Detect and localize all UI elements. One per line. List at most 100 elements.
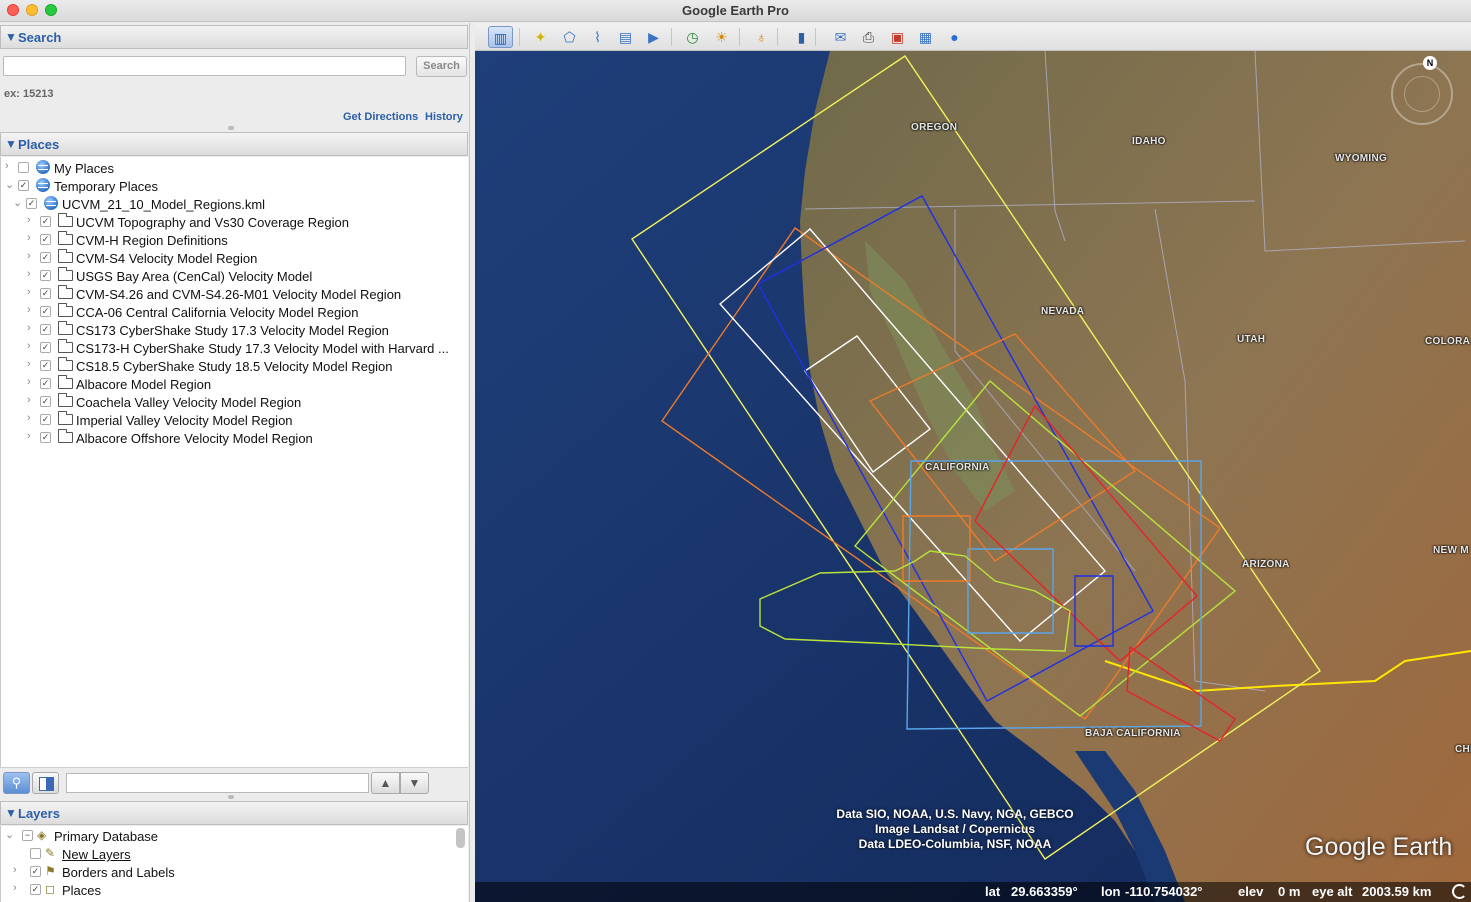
visibility-checkbox[interactable]: ✓ xyxy=(40,216,51,227)
email-icon[interactable]: ✉ xyxy=(828,26,853,48)
places-tree-item[interactable]: › ✓ Albacore Offshore Velocity Model Regio… xyxy=(1,429,467,447)
collapsed-chevron-icon[interactable]: › xyxy=(27,304,31,316)
places-tree-item[interactable]: › ✓ Albacore Model Region xyxy=(1,375,467,393)
places-filter-input[interactable] xyxy=(66,773,369,793)
layers-tree-item[interactable]: ⌄ − ◈ Primary Database xyxy=(1,827,451,845)
places-tree-item-label: CVM-S4.26 and CVM-S4.26-M01 Velocity Mod… xyxy=(76,287,402,302)
layer-checkbox[interactable]: ✓ xyxy=(30,866,41,877)
tour-icon[interactable]: ▶ xyxy=(641,26,666,48)
print-icon[interactable]: ⎙ xyxy=(856,26,881,48)
collapsed-chevron-icon[interactable]: › xyxy=(5,160,9,172)
collapsed-chevron-icon[interactable]: › xyxy=(27,268,31,280)
expanded-chevron-icon[interactable]: ⌄ xyxy=(5,828,14,841)
places-tree-item[interactable]: › ✓ Coachela Valley Velocity Model Region xyxy=(1,393,467,411)
sidebar-toggle-icon[interactable]: ▥ xyxy=(488,26,513,48)
visibility-checkbox[interactable]: ✓ xyxy=(40,414,51,425)
places-tree-item[interactable]: › ✓ CS173 CyberShake Study 17.3 Velocity M… xyxy=(1,321,467,339)
search-panel-toggle-button[interactable]: ⚲ xyxy=(3,772,30,794)
layer-checkbox[interactable] xyxy=(30,848,41,859)
collapsed-chevron-icon[interactable]: › xyxy=(27,286,31,298)
collapsed-chevron-icon[interactable]: › xyxy=(27,430,31,442)
expanded-chevron-icon[interactable]: ⌄ xyxy=(5,178,14,191)
places-tree-item[interactable]: › ✓ CVM-S4 Velocity Model Region xyxy=(1,249,467,267)
compass-inner-ring[interactable] xyxy=(1404,76,1440,112)
collapsed-chevron-icon[interactable]: › xyxy=(27,214,31,226)
expanded-chevron-icon[interactable]: ⌄ xyxy=(13,196,22,209)
collapsed-chevron-icon[interactable]: › xyxy=(27,412,31,424)
placemark-icon[interactable]: ✦ xyxy=(528,26,553,48)
collapsed-chevron-icon[interactable]: › xyxy=(13,864,17,876)
visibility-checkbox[interactable]: ✓ xyxy=(40,234,51,245)
places-tree-item[interactable]: › ✓ UCVM Topography and Vs30 Coverage Regi… xyxy=(1,213,467,231)
collapsed-chevron-icon[interactable]: › xyxy=(13,882,17,894)
history-link[interactable]: History xyxy=(425,111,463,123)
folder-icon xyxy=(58,393,73,407)
visibility-checkbox[interactable]: ✓ xyxy=(18,180,29,191)
places-tree: › My Places ⌄ ✓ Temporary Places ⌄ ✓ UCVM_21_10… xyxy=(0,157,468,767)
places-tree-item[interactable]: › My Places xyxy=(1,159,467,177)
visibility-checkbox[interactable]: ✓ xyxy=(40,360,51,371)
panel-layout-toggle-button[interactable] xyxy=(32,772,59,794)
path-icon[interactable]: ⌇ xyxy=(585,26,610,48)
collapsed-chevron-icon[interactable]: › xyxy=(27,250,31,262)
visibility-checkbox[interactable]: ✓ xyxy=(40,252,51,263)
google-earth-icon[interactable]: ● xyxy=(942,26,967,48)
layers-tree-item[interactable]: › ✓ ◻ Places xyxy=(1,881,451,899)
collapsed-chevron-icon[interactable]: › xyxy=(27,232,31,244)
move-down-button[interactable]: ▼ xyxy=(400,772,429,794)
collapsed-chevron-icon[interactable]: › xyxy=(27,340,31,352)
visibility-checkbox[interactable]: ✓ xyxy=(26,198,37,209)
places-tree-item[interactable]: › ✓ CVM-S4.26 and CVM-S4.26-M01 Velocity M… xyxy=(1,285,467,303)
layers-tree-item-label[interactable]: New Layers xyxy=(62,847,131,862)
places-tree-item[interactable]: › ✓ CCA-06 Central California Velocity Mod… xyxy=(1,303,467,321)
places-tree-item[interactable]: › ✓ CS173-H CyberShake Study 17.3 Velocity… xyxy=(1,339,467,357)
layers-tree-item[interactable]: › ✓ ⚑ Borders and Labels xyxy=(1,863,451,881)
layers-scrollbar[interactable] xyxy=(456,828,465,848)
places-tree-item[interactable]: › ✓ CS18.5 CyberShake Study 18.5 Velocity … xyxy=(1,357,467,375)
map-icon[interactable]: ▦ xyxy=(913,26,938,48)
visibility-checkbox[interactable]: ✓ xyxy=(40,378,51,389)
visibility-checkbox[interactable]: ✓ xyxy=(40,342,51,353)
search-button[interactable]: Search xyxy=(416,56,467,77)
visibility-checkbox[interactable]: ✓ xyxy=(40,288,51,299)
visibility-checkbox[interactable] xyxy=(18,162,29,173)
folder-icon xyxy=(58,411,73,425)
places-tree-item[interactable]: ⌄ ✓ UCVM_21_10_Model_Regions.kml xyxy=(1,195,467,213)
layers-panel-header[interactable]: ▼ Layers xyxy=(0,801,468,825)
move-up-button[interactable]: ▲ xyxy=(371,772,400,794)
compass-north-indicator[interactable]: N xyxy=(1423,56,1437,70)
panel-splitter[interactable] xyxy=(228,126,234,130)
places-tree-item[interactable]: ⌄ ✓ Temporary Places xyxy=(1,177,467,195)
visibility-checkbox[interactable]: ✓ xyxy=(40,306,51,317)
visibility-checkbox[interactable]: ✓ xyxy=(40,270,51,281)
layers-tree-item[interactable]: ✎ New Layers xyxy=(1,845,451,863)
places-panel-header[interactable]: ▼ Places xyxy=(0,132,468,156)
historical-imagery-icon[interactable]: ◷ xyxy=(680,26,705,48)
layer-checkbox[interactable]: − xyxy=(22,830,33,841)
get-directions-link[interactable]: Get Directions xyxy=(343,111,418,123)
places-tree-item[interactable]: › ✓ Imperial Valley Velocity Model Region xyxy=(1,411,467,429)
collapsed-chevron-icon[interactable]: › xyxy=(27,376,31,388)
places-tree-item[interactable]: › ✓ USGS Bay Area (CenCal) Velocity Model xyxy=(1,267,467,285)
layer-checkbox[interactable]: ✓ xyxy=(30,884,41,895)
panel-splitter[interactable] xyxy=(228,795,234,799)
overlay-icon[interactable]: ▤ xyxy=(613,26,638,48)
places-tree-item[interactable]: › ✓ CVM-H Region Definitions xyxy=(1,231,467,249)
sunlight-icon[interactable]: ☀ xyxy=(709,26,734,48)
lat-label: lat xyxy=(985,884,1001,899)
lon-value: -110.754032° xyxy=(1125,884,1203,899)
visibility-checkbox[interactable]: ✓ xyxy=(40,432,51,443)
search-input[interactable] xyxy=(3,56,406,76)
collapsed-chevron-icon[interactable]: › xyxy=(27,358,31,370)
earth-view[interactable]: OREGON IDAHO WYOMING NEVADA UTAH COLORA … xyxy=(475,51,1471,902)
visibility-checkbox[interactable]: ✓ xyxy=(40,396,51,407)
visibility-checkbox[interactable]: ✓ xyxy=(40,324,51,335)
lon-label: lon xyxy=(1101,884,1121,899)
ruler-icon[interactable]: ▮ xyxy=(789,26,814,48)
collapsed-chevron-icon[interactable]: › xyxy=(27,394,31,406)
search-panel-header[interactable]: ▼ Search xyxy=(0,25,468,49)
polygon-icon[interactable]: ⬠ xyxy=(557,26,582,48)
planets-icon[interactable]: ♁ xyxy=(749,26,774,48)
collapsed-chevron-icon[interactable]: › xyxy=(27,322,31,334)
save-image-icon[interactable]: ▣ xyxy=(885,26,910,48)
